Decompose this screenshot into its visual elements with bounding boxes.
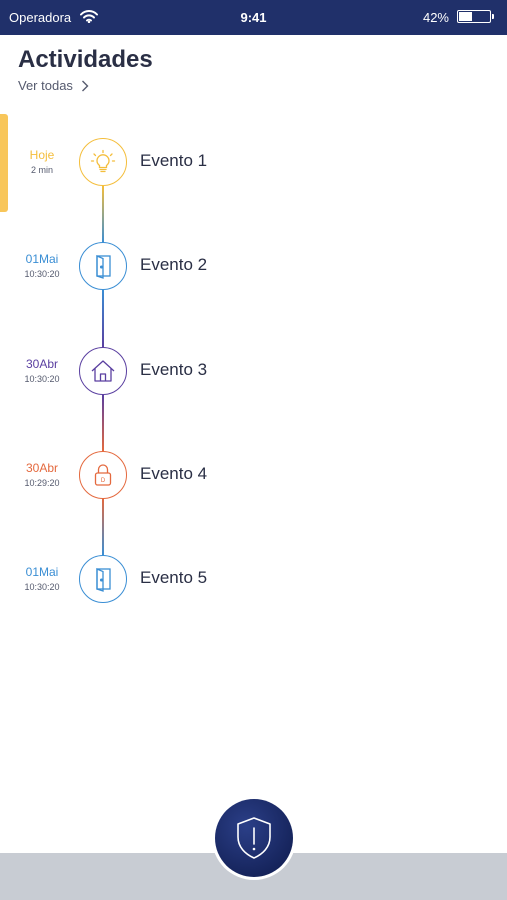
timeline-item[interactable]: 30Abr 10:30:20 Evento 3: [0, 347, 507, 397]
event-date: 01Mai: [25, 252, 59, 266]
timeline-connector: [102, 395, 104, 451]
event-title: Evento 2: [140, 255, 208, 274]
lightbulb-icon: [90, 149, 116, 173]
event-icon-circle: [79, 242, 127, 290]
timeline-item[interactable]: 01Mai 10:30:20 Evento 5: [0, 555, 507, 605]
page-title: Actividades: [18, 46, 153, 73]
chevron-right-icon: [81, 80, 89, 91]
event-date: Hoje: [29, 148, 55, 162]
timeline-connector: [102, 186, 104, 243]
timeline-connector: [102, 498, 104, 555]
event-time: 10:30:20: [24, 374, 60, 384]
event-icon-circle: [79, 347, 127, 395]
event-title: Evento 1: [140, 151, 208, 170]
event-icon-circle: [79, 555, 127, 603]
timeline-item[interactable]: Hoje 2 min Evento 1: [0, 138, 507, 188]
status-bar: Operadora 9:41 42%: [0, 0, 507, 35]
event-icon-circle: D: [79, 451, 127, 499]
timeline-item[interactable]: 01Mai 10:30:20 Evento 2: [0, 242, 507, 292]
event-time: 10:29:20: [24, 478, 60, 488]
see-all-link[interactable]: Ver todas: [18, 78, 89, 93]
event-time: 2 min: [30, 165, 53, 175]
battery-percent: 42%: [422, 10, 449, 25]
svg-text:D: D: [101, 478, 106, 484]
event-time: 10:30:20: [24, 269, 60, 279]
event-icon-circle: [79, 138, 127, 186]
event-title: Evento 3: [140, 360, 208, 379]
event-date: 30Abr: [25, 357, 59, 371]
event-time: 10:30:20: [24, 582, 60, 592]
door-icon: [96, 255, 111, 279]
battery-icon: [457, 10, 495, 25]
event-title: Evento 5: [140, 568, 208, 587]
event-date: 30Abr: [25, 461, 59, 475]
house-icon: [91, 360, 115, 382]
alarm-button[interactable]: [212, 796, 296, 880]
timeline-item[interactable]: 30Abr 10:29:20 D Evento 4: [0, 451, 507, 501]
event-date: 01Mai: [25, 565, 59, 579]
door-icon: [96, 568, 111, 592]
timeline-connector: [102, 290, 104, 347]
shield-alert-icon: [237, 817, 271, 859]
padlock-icon: D: [94, 464, 112, 486]
event-title: Evento 4: [140, 464, 208, 483]
see-all-label: Ver todas: [18, 78, 73, 93]
